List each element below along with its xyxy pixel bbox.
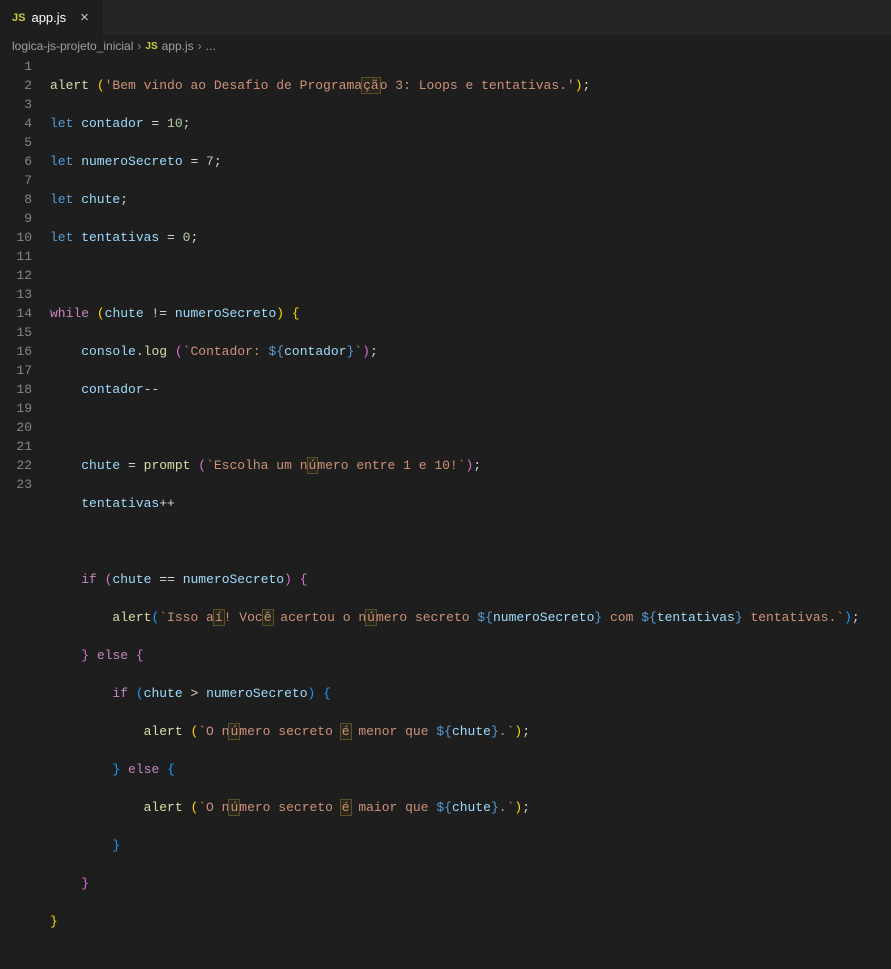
- tab-bar: JS app.js ×: [0, 0, 891, 35]
- tab-label: app.js: [31, 10, 66, 25]
- tab-app-js[interactable]: JS app.js ×: [0, 0, 102, 35]
- breadcrumb-ellipsis[interactable]: ...: [206, 39, 216, 53]
- editor[interactable]: 123 456 789 101112 131415 161718 192021 …: [0, 57, 891, 510]
- code-area[interactable]: alert ('Bem vindo ao Desafio de Programa…: [50, 57, 891, 510]
- close-icon[interactable]: ×: [80, 10, 89, 25]
- chevron-right-icon: ›: [137, 39, 141, 53]
- breadcrumb-folder[interactable]: logica-js-projeto_inicial: [12, 39, 133, 53]
- breadcrumb[interactable]: logica-js-projeto_inicial › JS app.js › …: [0, 35, 891, 57]
- breadcrumb-file[interactable]: app.js: [162, 39, 194, 53]
- chevron-right-icon: ›: [198, 39, 202, 53]
- js-file-icon: JS: [145, 41, 157, 52]
- js-file-icon: JS: [12, 12, 25, 24]
- line-number-gutter: 123 456 789 101112 131415 161718 192021 …: [0, 57, 50, 510]
